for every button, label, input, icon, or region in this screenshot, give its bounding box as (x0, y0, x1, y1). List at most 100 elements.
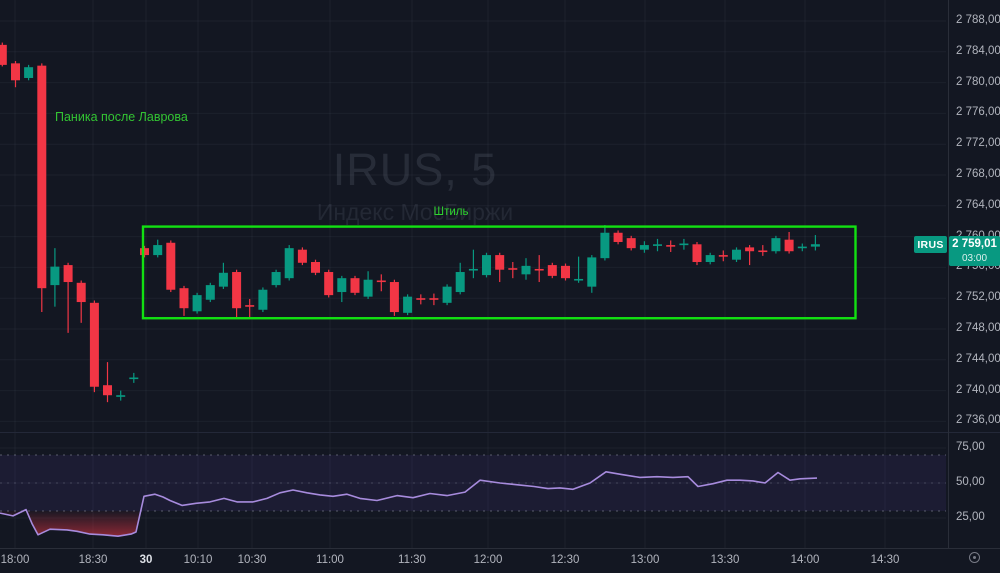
price-tick: 2 772,00 (956, 137, 1000, 150)
candle (103, 362, 112, 403)
candle (534, 255, 544, 283)
last-price-label: 2 759,01 03:00 (949, 236, 1000, 266)
candle (129, 372, 139, 383)
time-tick: 30 (139, 554, 153, 566)
time-tick: 14:30 (870, 554, 900, 566)
time-tick: 12:30 (550, 554, 580, 566)
timezone-clock-icon[interactable] (969, 552, 980, 563)
time-tick: 10:10 (183, 554, 213, 566)
candle (639, 241, 649, 253)
candle (153, 239, 163, 258)
candle (350, 275, 360, 296)
price-tick: 2 744,00 (956, 352, 1000, 365)
time-tick: 11:30 (398, 554, 426, 566)
price-tick: 2 784,00 (956, 44, 1000, 57)
rsi-oversold-fill (0, 509, 141, 537)
candle (692, 241, 702, 266)
candle (600, 225, 610, 261)
candle (561, 263, 570, 281)
annotation-panic-text[interactable]: Паника после Лаврова (55, 110, 188, 124)
rsi-tick: 50,00 (956, 476, 985, 488)
candle (508, 262, 518, 279)
candle (442, 284, 452, 306)
candle (0, 42, 7, 67)
time-tick: 18:00 (0, 554, 30, 566)
candle (468, 249, 478, 279)
candle (140, 245, 149, 258)
candle (24, 64, 34, 81)
candle (403, 294, 413, 316)
candle (324, 269, 334, 298)
rsi-tick: 75,00 (956, 441, 985, 453)
candle (11, 61, 20, 88)
candle (653, 238, 662, 252)
candle (705, 252, 715, 265)
candle (574, 256, 584, 283)
candle (718, 250, 728, 262)
symbol-axis-badge: IRUS (914, 236, 947, 253)
bar-countdown: 03:00 (961, 252, 988, 264)
candle (76, 280, 86, 323)
candle (666, 240, 676, 252)
candle (495, 252, 505, 283)
candle (376, 274, 386, 292)
candle (429, 293, 439, 306)
candle (89, 300, 99, 393)
candle (389, 279, 399, 316)
candle (482, 252, 491, 278)
candle (179, 285, 189, 316)
candle (116, 390, 126, 401)
price-tick: 2 748,00 (956, 322, 1000, 334)
candle (732, 247, 741, 263)
time-tick: 13:00 (630, 554, 660, 566)
candle (521, 258, 531, 280)
candle (37, 63, 47, 313)
candle (758, 245, 768, 256)
annotation-calm-text[interactable]: Штиль (434, 206, 469, 218)
rsi-tick: 25,00 (956, 511, 985, 523)
candle (311, 259, 320, 276)
candle (416, 294, 426, 305)
price-tick: 2 776,00 (956, 106, 1000, 119)
price-tick: 2 740,00 (956, 383, 1000, 396)
candle (258, 287, 268, 313)
trading-chart-app: IRUS, 5 Индекс МосБиржи Паника после Лав… (0, 0, 1000, 573)
candle (547, 262, 557, 279)
price-tick: 2 736,00 (956, 414, 1000, 427)
candle (784, 231, 794, 254)
price-tick: 2 752,00 (956, 291, 1000, 304)
price-tick: 2 764,00 (956, 198, 1000, 211)
last-price-value: 2 759,01 (952, 238, 997, 250)
candle (679, 238, 689, 250)
candle (363, 271, 373, 299)
candle (192, 292, 202, 314)
time-tick: 12:00 (473, 554, 503, 566)
candle (810, 235, 820, 251)
candle (232, 269, 242, 319)
candle (218, 262, 228, 289)
time-tick: 10:30 (237, 554, 267, 566)
candle (587, 255, 597, 293)
time-scale[interactable]: 18:00 18:30 30 10:10 10:30 11:00 11:30 12:00 12:… (0, 548, 1000, 573)
candle (771, 235, 781, 254)
candle (613, 230, 623, 245)
time-tick: 18:30 (78, 554, 108, 566)
candlestick-series (0, 42, 820, 403)
candle (271, 269, 281, 288)
candle (297, 247, 307, 266)
price-scale[interactable]: 2 788,00 2 784,00 2 780,00 2 776,00 2 772,00… (948, 0, 1000, 548)
price-tick: 2 788,00 (956, 14, 1000, 26)
chart-canvas[interactable] (0, 0, 948, 548)
candle (205, 282, 215, 303)
price-tick: 2 768,00 (956, 168, 1000, 180)
time-tick: 14:00 (790, 554, 820, 566)
candle (626, 235, 636, 251)
candle (166, 240, 176, 293)
clock-dot (973, 556, 976, 559)
time-tick: 13:30 (710, 554, 740, 566)
candle (745, 245, 755, 266)
price-tick: 2 780,00 (956, 75, 1000, 88)
time-tick: 11:00 (316, 554, 344, 566)
candle (245, 298, 255, 319)
pane-separator[interactable] (0, 432, 1000, 433)
